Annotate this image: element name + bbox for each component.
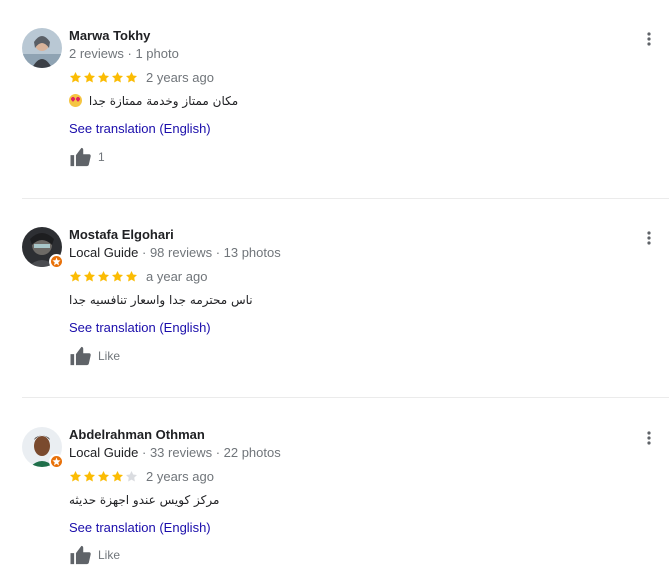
local-guide-label: Local Guide (69, 245, 139, 260)
like-count: 1 (98, 150, 105, 164)
star-filled-icon (97, 71, 110, 83)
heart-eyes-emoji-icon (69, 94, 82, 107)
review-card: Mostafa Elgohari Local Guide · 98 review… (0, 227, 669, 377)
star-filled-icon (97, 470, 110, 482)
star-empty-icon (125, 470, 138, 482)
review-text: مركز كويس عندو اجهزة حديثه (69, 493, 220, 507)
divider (22, 397, 669, 398)
see-translation-link[interactable]: See translation (English) (69, 520, 211, 535)
more-options-icon[interactable] (640, 30, 658, 48)
reviewer-name[interactable]: Mostafa Elgohari (69, 227, 174, 242)
like-button[interactable]: Like (69, 545, 120, 565)
avatar[interactable] (22, 28, 62, 68)
thumbs-up-icon (70, 346, 91, 366)
star-filled-icon (83, 270, 96, 282)
star-filled-icon (69, 270, 82, 282)
reviewer-meta: Local Guide · 33 reviews · 22 photos (69, 445, 281, 460)
more-options-icon[interactable] (640, 229, 658, 247)
star-filled-icon (97, 270, 110, 282)
thumbs-up-icon (70, 545, 91, 565)
more-options-icon[interactable] (640, 429, 658, 447)
like-button[interactable]: 1 (69, 147, 105, 167)
divider (22, 198, 669, 199)
avatar[interactable] (22, 227, 64, 269)
like-button[interactable]: Like (69, 346, 120, 366)
star-filled-icon (83, 71, 96, 83)
review-card: Abdelrahman Othman Local Guide · 33 revi… (0, 427, 669, 579)
reviewer-name[interactable]: Abdelrahman Othman (69, 427, 205, 442)
star-rating (69, 470, 138, 483)
see-translation-link[interactable]: See translation (English) (69, 121, 211, 136)
like-label: Like (98, 548, 121, 562)
local-guide-label: Local Guide (69, 445, 139, 460)
star-filled-icon (125, 270, 138, 282)
thumbs-up-icon (70, 147, 91, 167)
reviewer-meta: Local Guide · 98 reviews · 13 photos (69, 245, 281, 260)
review-date: 2 years ago (146, 468, 214, 484)
like-label: Like (98, 349, 121, 363)
review-card: Marwa Tokhy 2 reviews · 1 photo 2 years … (0, 28, 669, 178)
local-guide-badge-icon (49, 254, 64, 269)
reviewer-name[interactable]: Marwa Tokhy (69, 28, 150, 43)
star-filled-icon (125, 71, 138, 83)
star-filled-icon (111, 470, 124, 482)
rating-row: a year ago (69, 268, 208, 284)
star-filled-icon (111, 270, 124, 282)
review-date: 2 years ago (146, 69, 214, 85)
star-filled-icon (69, 470, 82, 482)
rating-row: 2 years ago (69, 468, 214, 484)
local-guide-badge-icon (49, 454, 64, 469)
see-translation-link[interactable]: See translation (English) (69, 320, 211, 335)
rating-row: 2 years ago (69, 69, 214, 85)
star-filled-icon (69, 71, 82, 83)
star-filled-icon (111, 71, 124, 83)
star-rating (69, 270, 138, 283)
review-text: مكان ممتاز وخدمة ممتازة جدا (69, 94, 238, 108)
review-date: a year ago (146, 268, 208, 284)
avatar[interactable] (22, 427, 64, 469)
star-filled-icon (83, 470, 96, 482)
review-text: ناس محترمه جدا واسعار تنافسيه جدا (69, 293, 253, 307)
star-rating (69, 71, 138, 84)
reviewer-meta: 2 reviews · 1 photo (69, 46, 179, 61)
